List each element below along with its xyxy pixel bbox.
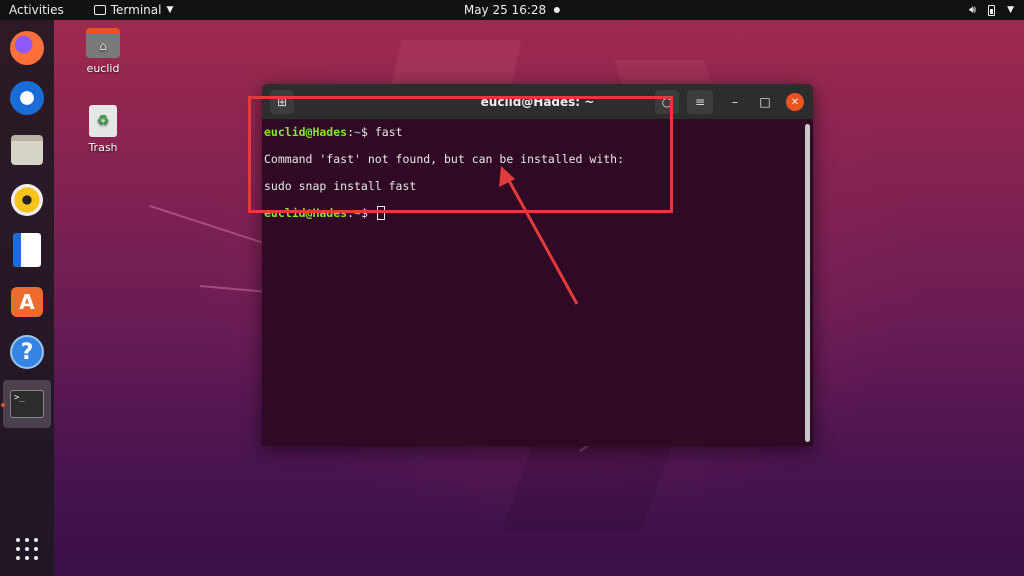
help-icon: ? (10, 335, 44, 369)
maximize-icon: □ (759, 95, 771, 109)
dock-item-writer[interactable] (7, 230, 47, 270)
trash-icon: ♻ (89, 105, 117, 137)
minimize-button[interactable]: – (726, 93, 744, 111)
menu-button[interactable]: ≡ (687, 90, 713, 114)
files-icon (11, 135, 43, 165)
app-menu[interactable]: Terminal ▼ (93, 3, 174, 17)
dock-item-rhythmbox[interactable] (7, 180, 47, 220)
running-indicator (1, 403, 5, 407)
grid-dot-icon (25, 556, 29, 560)
grid-dot-icon (16, 556, 20, 560)
desktop-home-folder[interactable]: ⌂ euclid (73, 28, 133, 75)
dock: A ? >_ (0, 20, 54, 576)
grid-dot-icon (34, 556, 38, 560)
hamburger-menu-icon: ≡ (694, 95, 706, 109)
annotation-highlight-box (248, 96, 673, 213)
notification-dot-icon (554, 7, 561, 13)
dock-item-terminal[interactable]: >_ (3, 380, 51, 428)
grid-dot-icon (16, 538, 20, 542)
grid-dot-icon (16, 547, 20, 551)
close-icon: ✕ (790, 96, 800, 108)
dock-item-software[interactable]: A (7, 282, 47, 322)
activities-button[interactable]: Activities (0, 3, 74, 17)
dock-item-firefox[interactable] (7, 28, 47, 68)
software-store-icon: A (11, 287, 43, 317)
show-applications-button[interactable] (16, 538, 38, 560)
desktop-home-label: euclid (86, 62, 120, 75)
minimize-icon: – (732, 95, 738, 109)
terminal-app-icon (93, 5, 106, 15)
wallpaper-ray (199, 285, 270, 294)
dock-item-help[interactable]: ? (7, 332, 47, 372)
grid-dot-icon (25, 538, 29, 542)
home-folder-icon: ⌂ (86, 28, 120, 58)
close-button[interactable]: ✕ (786, 93, 804, 111)
grid-dot-icon (34, 538, 38, 542)
clock[interactable]: May 25 16:28 (463, 3, 561, 17)
battery-icon[interactable] (988, 4, 996, 16)
grid-dot-icon (34, 547, 38, 551)
maximize-button[interactable]: □ (756, 93, 774, 111)
top-bar: Activities Terminal ▼ May 25 16:28 🔊︎ ▼ (0, 0, 1024, 20)
dock-item-thunderbird[interactable] (7, 78, 47, 118)
grid-dot-icon (25, 547, 29, 551)
chevron-down-icon[interactable]: ▼ (1007, 5, 1014, 15)
firefox-icon (10, 31, 44, 65)
terminal-icon: >_ (10, 390, 44, 418)
thunderbird-icon (10, 81, 44, 115)
chevron-down-icon: ▼ (166, 5, 174, 15)
volume-icon[interactable]: 🔊︎ (969, 3, 976, 17)
dock-item-files[interactable] (7, 130, 47, 170)
clock-datetime: May 25 16:28 (463, 3, 547, 17)
app-menu-label: Terminal (110, 3, 162, 17)
terminal-scrollbar[interactable] (805, 124, 810, 442)
system-tray[interactable]: 🔊︎ ▼ (969, 3, 1014, 17)
desktop-trash[interactable]: ♻ Trash (73, 105, 133, 154)
desktop-trash-label: Trash (88, 141, 118, 154)
rhythmbox-icon (11, 184, 43, 216)
writer-icon (13, 233, 41, 267)
